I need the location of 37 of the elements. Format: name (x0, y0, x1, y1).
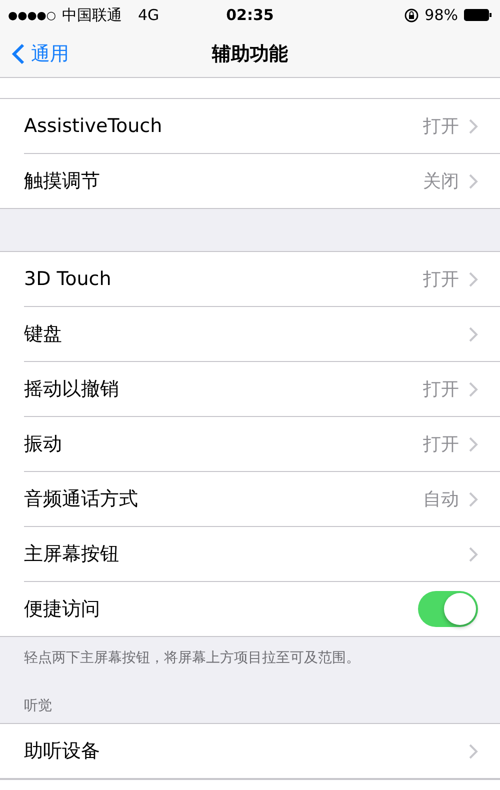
row-label[interactable]: 振动 (24, 431, 413, 457)
row-label[interactable]: 音频通话方式 (24, 486, 413, 512)
chevron-icon (469, 272, 478, 286)
row-value: 打开 (423, 433, 459, 456)
chevron-icon (469, 546, 478, 562)
clock-time: 02:35 (226, 6, 274, 24)
section-footer: 轻点两下主屏幕按钮，将屏幕上方项目拉至可及范围。 (24, 650, 360, 666)
screen-title: 辅助功能 (212, 42, 288, 66)
row-value: 关闭 (423, 170, 459, 193)
row-value: 打开 (423, 268, 459, 291)
row-label[interactable]: 摇动以撤销 (24, 376, 413, 402)
row-value: 打开 (423, 115, 459, 138)
battery-percent: 98% (424, 6, 458, 24)
row-label[interactable]: 触摸调节 (24, 168, 413, 194)
signal-strength: ●●●●○ (8, 8, 56, 22)
chevron-icon (469, 326, 478, 342)
row-label[interactable]: 便捷访问 (24, 596, 408, 622)
row-value: 打开 (423, 378, 459, 401)
battery-icon (464, 9, 492, 21)
row-value: 自动 (423, 488, 459, 511)
row-label[interactable]: 主屏幕按钮 (24, 541, 459, 567)
carrier-name: 中国联通 (62, 6, 122, 24)
chevron-icon (469, 492, 478, 506)
network-type: 4G (138, 6, 160, 24)
rotation-lock-icon (404, 8, 419, 22)
row-label[interactable]: 键盘 (24, 321, 459, 347)
row-label[interactable]: 3D Touch (24, 268, 413, 290)
chevron-icon (469, 382, 478, 396)
back-chevron-icon (12, 42, 25, 64)
chevron-icon (469, 118, 478, 134)
section-header: 听觉 (24, 698, 52, 714)
back-button[interactable]: 通用 (0, 40, 81, 66)
row-label[interactable]: AssistiveTouch (24, 115, 413, 137)
chevron-icon (469, 436, 478, 452)
chevron-icon (469, 174, 478, 188)
chevron-icon (469, 744, 478, 758)
toggle-switch[interactable] (418, 591, 478, 627)
